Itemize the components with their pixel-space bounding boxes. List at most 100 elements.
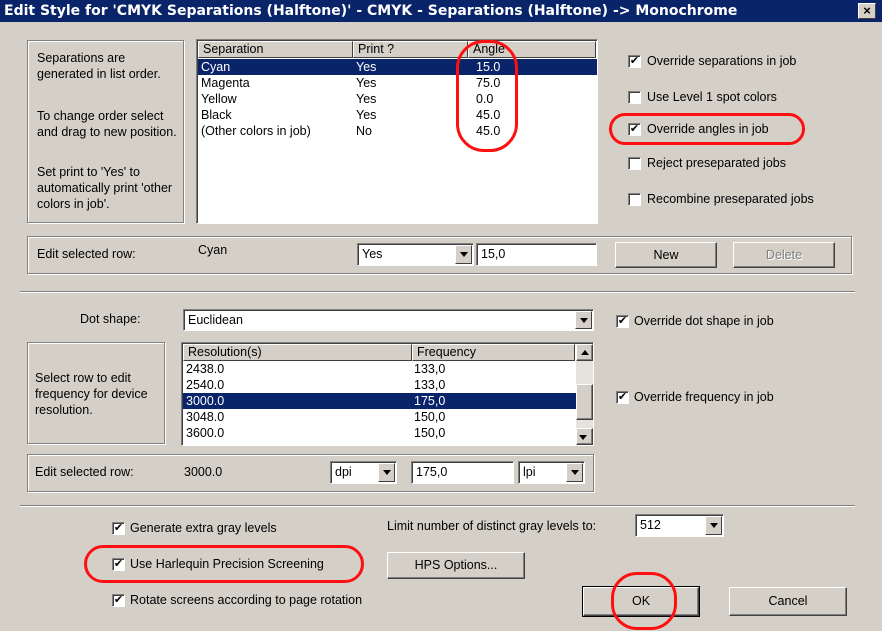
generate-gray-label: Generate extra gray levels [130,521,277,535]
new-button[interactable]: New [615,242,717,268]
table-row[interactable]: Magenta Yes 75.0 [198,75,597,91]
generate-gray-check[interactable]: ✔ [112,522,125,535]
ok-button[interactable]: OK [582,586,700,617]
resolution-scrollbar[interactable] [576,344,593,445]
separation-print: Yes [356,92,377,106]
table-row[interactable]: 2540.0 133,0 [183,377,576,393]
close-icon: × [863,3,871,18]
resolution-rows: 2438.0 133,0 2540.0 133,0 3000.0 175,0 3048.0 1… [183,361,576,445]
resolution-value: 2438.0 [186,362,225,376]
scroll-down-icon[interactable] [575,429,592,444]
title-bar: Edit Style for 'CMYK Separations (Halfto… [0,0,882,22]
gray-levels-select[interactable]: 512 [635,514,724,537]
separations-info-2: To change order select and drag to new p… [37,109,177,139]
override-dot-shape-check[interactable]: ✔ [616,315,629,328]
frequency-input[interactable]: 175,0 [411,461,514,484]
override-separations-check[interactable]: ✔ [628,55,641,68]
separation-name: (Other colors in job) [201,124,311,138]
separation-options: ✔ Override separations in job Use Level 1 … [628,52,878,212]
separations-info-1: Separations are generated in list order. [37,51,161,81]
frequency-unit-value: lpi [523,465,536,479]
separation-edit-name: Cyan [198,243,228,257]
separations-list[interactable]: Separation Print ? Angle Cyan Yes 15.0 Mage… [196,39,598,224]
close-button[interactable]: × [858,3,876,19]
scroll-thumb[interactable] [576,384,593,420]
frequency-value: 150,0 [414,426,446,440]
chevron-down-icon[interactable] [378,463,395,482]
table-row[interactable]: 2438.0 133,0 [183,361,576,377]
resolution-unit-select[interactable]: dpi [330,461,397,484]
table-row[interactable]: Cyan Yes 15.0 [198,59,597,75]
scroll-down-button[interactable] [576,428,593,445]
separation-edit-label: Edit selected row: [37,247,136,261]
print-select[interactable]: Yes [357,243,474,266]
resolution-value: 2540.0 [186,378,225,392]
col-header-resolution[interactable]: Resolution(s) [183,344,412,361]
separator-1 [20,291,855,293]
hps-options-button[interactable]: HPS Options... [387,552,525,579]
resolution-value: 3048.0 [186,410,225,424]
table-row[interactable]: Black Yes 45.0 [198,107,597,123]
window-title: Edit Style for 'CMYK Separations (Halfto… [4,3,738,19]
separations-info-panel: Separations are generated in list order.… [27,40,184,223]
cancel-button[interactable]: Cancel [729,587,847,616]
separation-angle: 0.0 [476,92,494,106]
chevron-down-icon[interactable] [575,311,592,329]
limit-gray-label: Limit number of distinct gray levels to: [387,519,597,533]
resolution-value: 3000.0 [186,394,225,408]
rotate-screens-check[interactable]: ✔ [112,594,125,607]
resolution-edit-row: Edit selected row: 3000.0 dpi 175,0 lpi [27,454,594,492]
table-row[interactable]: 3000.0 175,0 [183,393,576,409]
use-level1-spot-check[interactable] [628,91,641,104]
separation-print: Yes [356,108,377,122]
angle-input[interactable]: 15,0 [476,243,597,266]
angle-input-value: 15,0 [481,247,506,261]
table-row[interactable]: 3600.0 150,0 [183,425,576,441]
frequency-value: 133,0 [414,378,446,392]
separator-2 [20,505,855,507]
resolution-value: 3600.0 [186,426,225,440]
chevron-down-icon[interactable] [705,516,722,535]
col-header-angle[interactable]: Angle [468,41,596,58]
delete-button[interactable]: Delete [733,242,835,268]
separation-angle: 45.0 [476,124,501,138]
separation-edit-row: Edit selected row: Cyan Yes 15,0 New Del… [27,236,852,274]
table-row[interactable]: 3048.0 150,0 [183,409,576,425]
separation-print: No [356,124,372,138]
frequency-info-panel: Select row to edit frequency for device … [27,342,165,444]
separation-print: Yes [356,76,377,90]
frequency-value: 133,0 [414,362,446,376]
resolution-edit-label: Edit selected row: [35,465,134,479]
use-level1-spot-label: Use Level 1 spot colors [647,90,777,104]
override-angles-check[interactable]: ✔ [628,123,641,136]
table-row[interactable]: Yellow Yes 0.0 [198,91,597,107]
resolution-edit-value: 3000.0 [184,465,223,479]
separations-rows: Cyan Yes 15.0 Magenta Yes 75.0 Yellow Yes 0.0 Bla… [198,59,597,139]
chevron-down-icon[interactable] [455,245,472,264]
print-select-value: Yes [362,247,383,261]
dot-shape-value: Euclidean [188,313,243,327]
frequency-unit-select[interactable]: lpi [518,461,585,484]
gray-levels-value: 512 [640,518,661,532]
recombine-preseparated-check[interactable] [628,193,641,206]
dot-shape-label: Dot shape: [80,312,141,326]
recombine-preseparated-label: Recombine preseparated jobs [647,192,814,206]
separation-name: Magenta [201,76,250,90]
rotate-screens-label: Rotate screens according to page rotatio… [130,593,363,607]
col-header-frequency[interactable]: Frequency [412,344,575,361]
scroll-up-icon[interactable] [576,344,593,361]
resolution-unit-value: dpi [335,465,352,479]
col-header-separation[interactable]: Separation [198,41,353,58]
col-header-print[interactable]: Print ? [353,41,468,58]
frequency-value: 150,0 [414,410,446,424]
reject-preseparated-label: Reject preseparated jobs [647,156,786,170]
resolution-list[interactable]: Resolution(s) Frequency 2438.0 133,0 2540.… [181,342,594,446]
dot-shape-select[interactable]: Euclidean [183,309,594,331]
chevron-down-icon[interactable] [566,463,583,482]
override-frequency-check[interactable]: ✔ [616,391,629,404]
separation-angle: 75.0 [476,76,501,90]
use-hps-check[interactable]: ✔ [112,558,125,571]
table-row[interactable]: (Other colors in job) No 45.0 [198,123,597,139]
frequency-input-value: 175,0 [416,465,448,479]
reject-preseparated-check[interactable] [628,157,641,170]
